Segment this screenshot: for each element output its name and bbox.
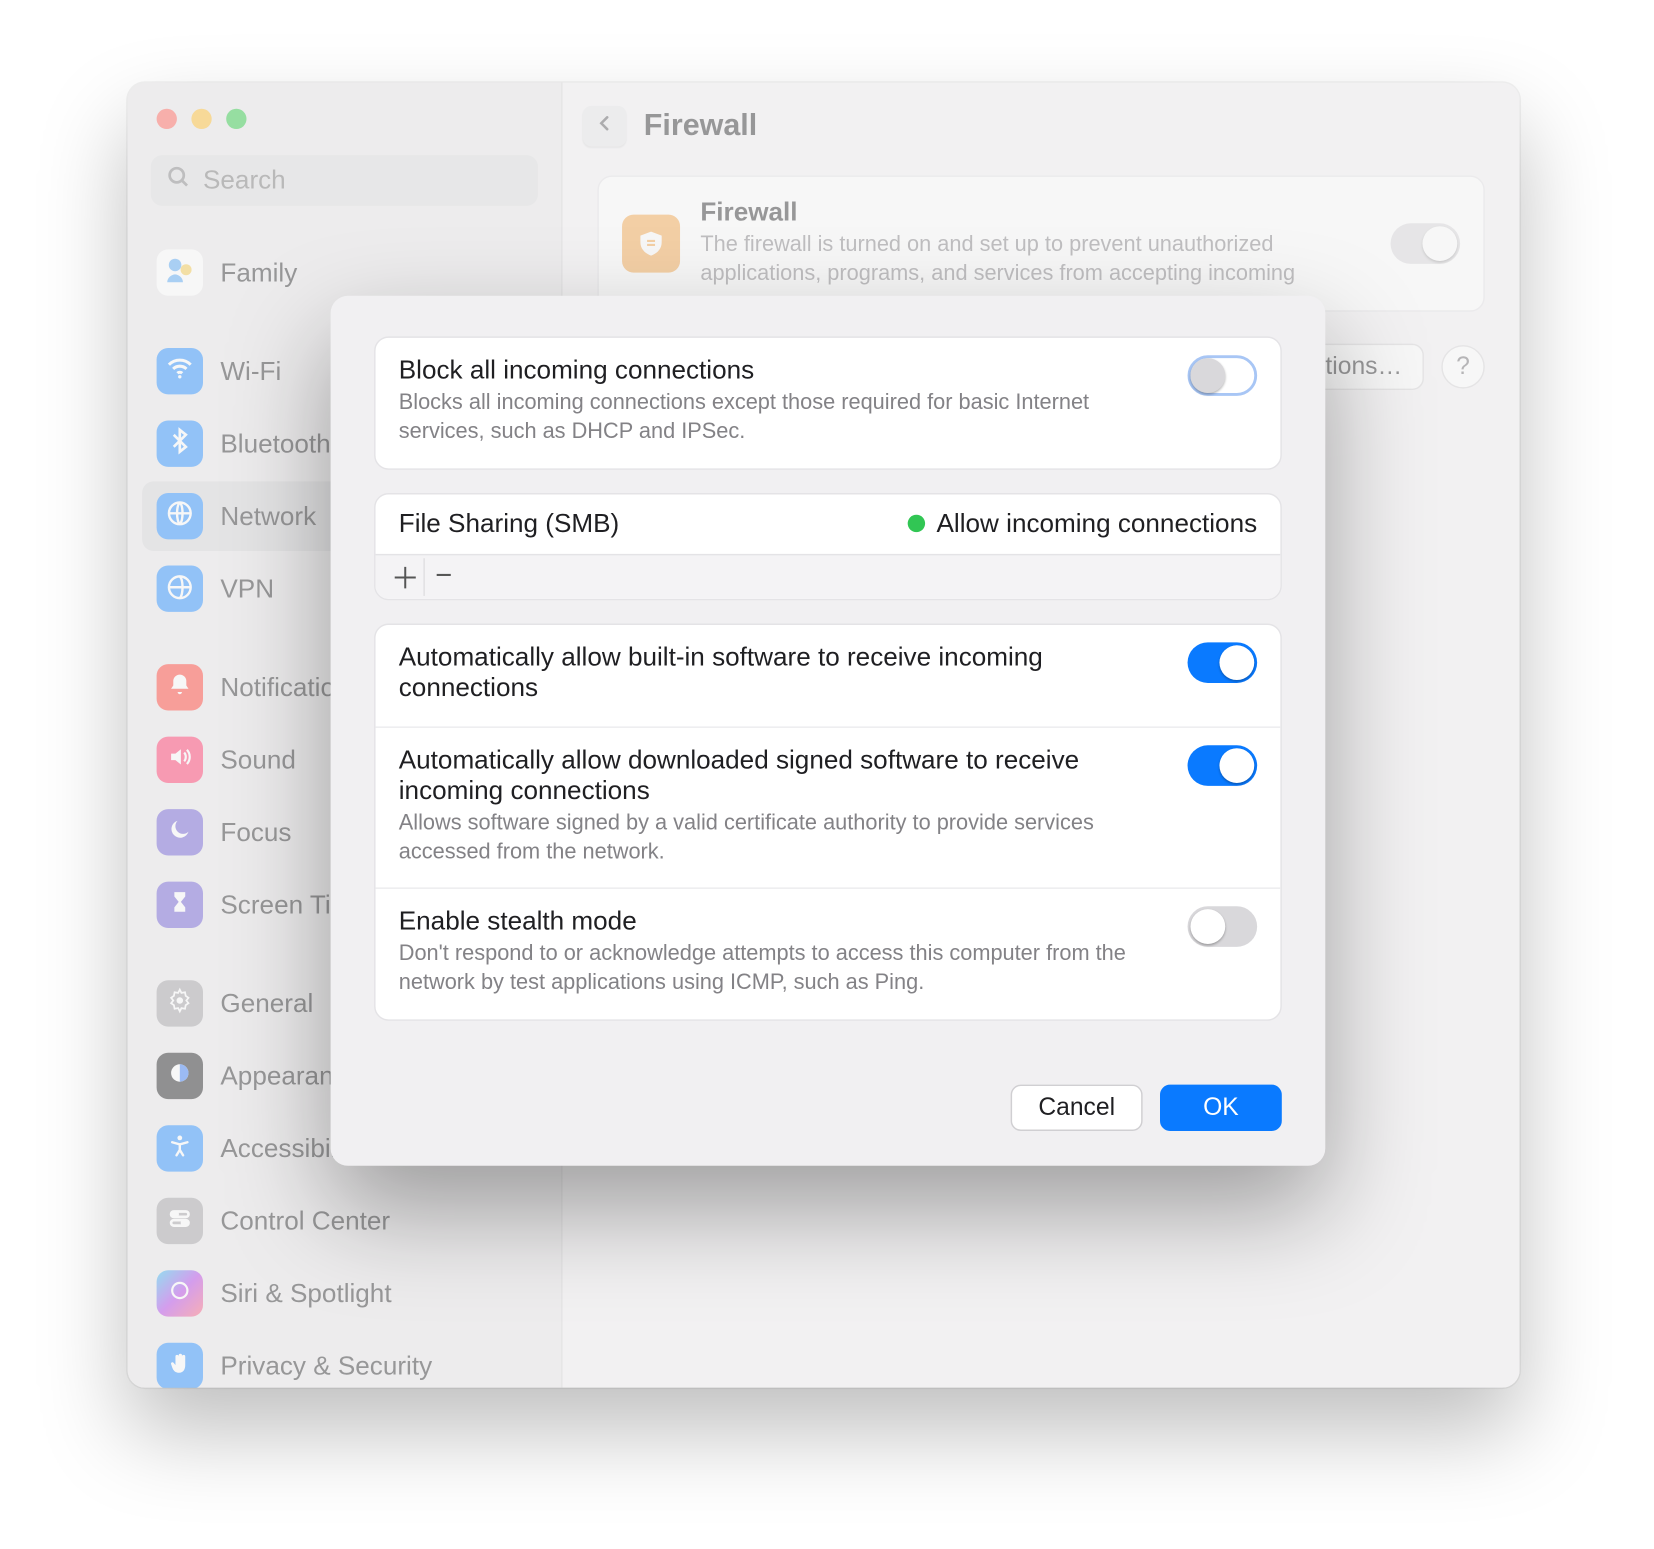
block-all-desc: Blocks all incoming connections except t…: [399, 389, 1168, 448]
stealth-toggle[interactable]: [1188, 906, 1258, 947]
auto-builtin-toggle[interactable]: [1188, 642, 1258, 683]
auto-builtin-title: Automatically allow built-in software to…: [399, 642, 1168, 703]
status-text: Allow incoming connections: [937, 508, 1258, 538]
auto-builtin-row: Automatically allow built-in software to…: [376, 624, 1281, 727]
cancel-button[interactable]: Cancel: [1011, 1084, 1143, 1130]
block-all-row: Block all incoming connections Blocks al…: [376, 338, 1281, 468]
block-all-title: Block all incoming connections: [399, 355, 1168, 385]
app-name: File Sharing (SMB): [399, 508, 619, 538]
table-row[interactable]: File Sharing (SMB) Allow incoming connec…: [376, 494, 1281, 553]
minus-icon: −: [435, 560, 452, 593]
status-dot-icon: [908, 515, 925, 532]
apps-table: File Sharing (SMB) Allow incoming connec…: [374, 492, 1282, 599]
stealth-row: Enable stealth mode Don't respond to or …: [376, 889, 1281, 1019]
stealth-title: Enable stealth mode: [399, 906, 1168, 936]
stealth-desc: Don't respond to or acknowledge attempts…: [399, 940, 1168, 999]
ok-button[interactable]: OK: [1160, 1084, 1282, 1130]
auto-signed-row: Automatically allow downloaded signed so…: [376, 727, 1281, 889]
block-all-toggle[interactable]: [1188, 355, 1258, 396]
plus-icon: ＋: [391, 555, 420, 597]
auto-signed-toggle[interactable]: [1188, 745, 1258, 786]
auto-signed-desc: Allows software signed by a valid certif…: [399, 808, 1168, 867]
auto-signed-title: Automatically allow downloaded signed so…: [399, 745, 1168, 806]
firewall-options-modal: Block all incoming connections Blocks al…: [331, 296, 1326, 1165]
add-app-button[interactable]: ＋: [387, 558, 425, 596]
remove-app-button[interactable]: −: [425, 558, 463, 596]
